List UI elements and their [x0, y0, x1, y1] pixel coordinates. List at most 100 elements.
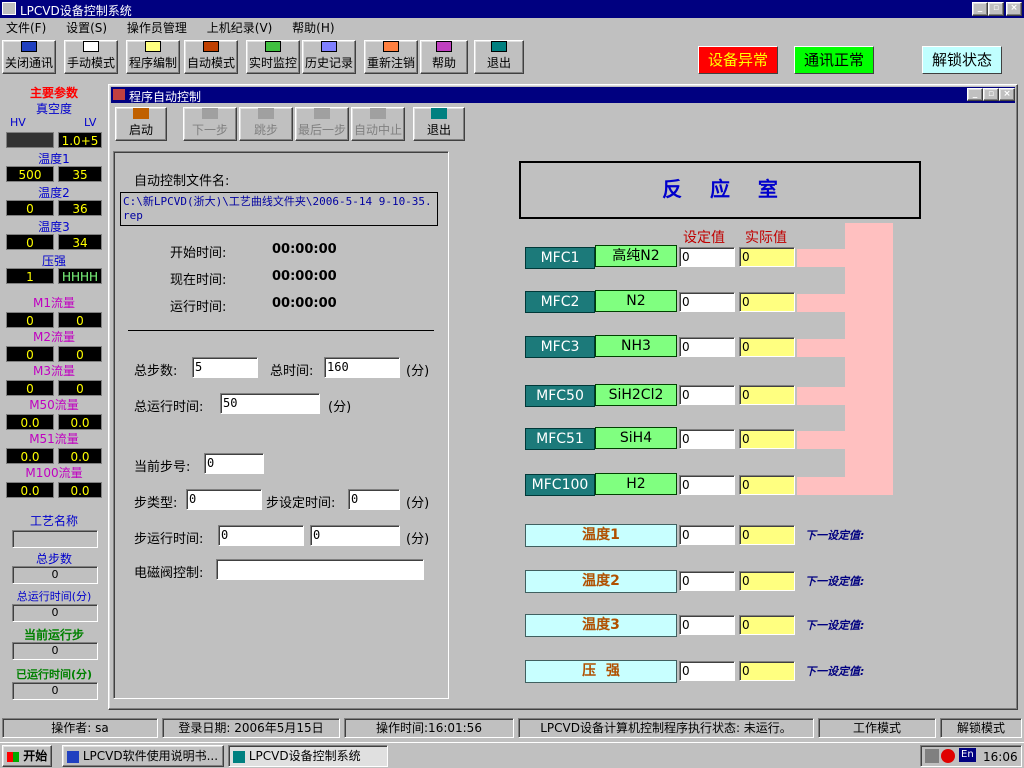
- process-name-value: [12, 530, 98, 548]
- toolbar-realtime-monitor[interactable]: 实时监控: [246, 40, 300, 74]
- clock[interactable]: 16:06: [983, 747, 1018, 767]
- toolbar-help[interactable]: 帮助: [420, 40, 468, 74]
- app-titlebar: LPCVD设备控制系统 _ ▫ ×: [0, 0, 1024, 18]
- lv-label: LV: [84, 116, 97, 129]
- help-book-icon: [436, 41, 452, 52]
- temp2-actual: 0: [739, 571, 795, 591]
- step-set-time-field[interactable]: 0: [348, 489, 400, 510]
- toolbar-manual-mode[interactable]: 手动模式: [64, 40, 118, 74]
- current-step-value: 0: [12, 642, 98, 660]
- menu-file[interactable]: 文件(F): [6, 21, 46, 35]
- unlock-status-button[interactable]: 解锁状态: [922, 46, 1002, 74]
- total-steps-label: 总步数: [35, 552, 72, 566]
- temp3-set[interactable]: 0: [679, 615, 735, 635]
- file-path: C:\新LPCVD(浙大)\工艺曲线文件夹\2006-5-14 9-10-35.…: [120, 192, 438, 226]
- abort-icon: [370, 108, 386, 119]
- temp1-set[interactable]: 0: [679, 525, 735, 545]
- main-params-panel: 主要参数 真空度 HV LV 1.0+5 温度1 500 35 温度2 0 36…: [4, 82, 104, 710]
- step-run-time-field-a[interactable]: 0: [218, 525, 304, 546]
- task-lpcvd-app[interactable]: LPCVD设备控制系统: [228, 745, 388, 767]
- mfc50-id: MFC50: [525, 385, 595, 407]
- step-set-unit: (分): [406, 496, 430, 511]
- toolbar-exit[interactable]: 退出: [474, 40, 524, 74]
- mfc100-pipe: [797, 477, 845, 495]
- mfc51-gas: SiH4: [595, 427, 677, 449]
- mfc50-set[interactable]: 0: [679, 385, 735, 405]
- start-time-label: 开始时间:: [170, 246, 227, 261]
- steps-field[interactable]: 5: [192, 357, 258, 378]
- toolbar-auto-mode[interactable]: 自动模式: [184, 40, 238, 74]
- toolbar-program-edit[interactable]: 程序编制: [126, 40, 180, 74]
- total-run-field[interactable]: 50: [220, 393, 320, 414]
- manual-icon: [83, 41, 99, 52]
- last-step-icon: [314, 108, 330, 119]
- actual-value-header: 实际值: [745, 230, 787, 246]
- total-steps-value: 0: [12, 566, 98, 584]
- temp3-box: 温度3: [525, 614, 677, 637]
- mfc100-set[interactable]: 0: [679, 475, 735, 495]
- m50-flow-a: 0.0: [6, 414, 54, 430]
- mfc3-gas: NH3: [595, 335, 677, 357]
- child-minimize-button[interactable]: _: [967, 88, 983, 101]
- close-button[interactable]: ×: [1006, 2, 1022, 16]
- step-type-field[interactable]: 0: [186, 489, 262, 510]
- relogin-icon: [383, 41, 399, 52]
- temp2-value-b: 36: [58, 200, 102, 216]
- toolbar-relogin[interactable]: 重新注销: [364, 40, 418, 74]
- total-time-field[interactable]: 160: [324, 357, 400, 378]
- m51-flow-label: M51流量: [29, 432, 79, 446]
- start-menu-button[interactable]: 开始: [2, 745, 52, 767]
- start-button[interactable]: 启动: [115, 107, 167, 141]
- total-time-unit: (分): [406, 364, 430, 379]
- taskbar: 开始 LPCVD软件使用说明书... LPCVD设备控制系统 En 16:06: [0, 742, 1024, 768]
- temp2-set[interactable]: 0: [679, 571, 735, 591]
- menu-settings[interactable]: 设置(S): [66, 21, 107, 35]
- child-maximize-button[interactable]: ▫: [983, 88, 999, 101]
- valve-control-field[interactable]: [216, 559, 424, 580]
- pressure-actual: 0: [739, 661, 795, 681]
- skip-step-button[interactable]: 跳步: [239, 107, 293, 141]
- mfc2-set[interactable]: 0: [679, 292, 735, 312]
- mfc51-set[interactable]: 0: [679, 429, 735, 449]
- network-icon[interactable]: [925, 749, 939, 763]
- m1-flow-label: M1流量: [33, 296, 75, 310]
- menu-help[interactable]: 帮助(H): [292, 21, 334, 35]
- child-close-button[interactable]: ×: [999, 88, 1015, 101]
- device-status-button[interactable]: 设备异常: [698, 46, 778, 74]
- m2-flow-b: 0: [58, 346, 102, 362]
- mfc1-id: MFC1: [525, 247, 595, 269]
- hv-label: HV: [10, 116, 26, 129]
- comm-status-button[interactable]: 通讯正常: [794, 46, 874, 74]
- current-step-field[interactable]: 0: [204, 453, 264, 474]
- temp2-next-label: 下一设定值:: [805, 575, 865, 588]
- last-step-button[interactable]: 最后一步: [295, 107, 349, 141]
- warning-icon[interactable]: [941, 749, 955, 763]
- menu-operator[interactable]: 操作员管理: [127, 21, 187, 35]
- menu-log[interactable]: 上机纪录(V): [207, 21, 273, 35]
- m1-flow-b: 0: [58, 312, 102, 328]
- toolbar-close-comm[interactable]: 关闭通讯: [2, 40, 56, 74]
- auto-control-window: 程序自动控制 _ ▫ × 启动 下一步 跳步 最后一步 自动中止 退出 自动控制…: [108, 84, 1018, 710]
- pressure-set[interactable]: 0: [679, 661, 735, 681]
- temp3-actual: 0: [739, 615, 795, 635]
- temp3-value-a: 0: [6, 234, 54, 250]
- mfc50-actual: 0: [739, 385, 795, 405]
- maximize-button[interactable]: ▫: [988, 2, 1004, 16]
- task-manual-doc[interactable]: LPCVD软件使用说明书...: [62, 745, 224, 767]
- status-operator: 操作者: sa: [2, 718, 158, 738]
- inner-exit-button[interactable]: 退出: [413, 107, 465, 141]
- mfc3-set[interactable]: 0: [679, 337, 735, 357]
- auto-abort-button[interactable]: 自动中止: [351, 107, 405, 141]
- step-set-time-label: 步设定时间:: [266, 496, 336, 511]
- m3-flow-a: 0: [6, 380, 54, 396]
- step-run-time-field-b[interactable]: 0: [310, 525, 400, 546]
- mfc100-id: MFC100: [525, 474, 595, 496]
- form-divider: [128, 330, 434, 331]
- toolbar-history[interactable]: 历史记录: [302, 40, 356, 74]
- next-step-button[interactable]: 下一步: [183, 107, 237, 141]
- minimize-button[interactable]: _: [972, 2, 988, 16]
- language-indicator[interactable]: En: [959, 748, 976, 762]
- mfc51-pipe: [797, 431, 845, 449]
- temp1-label: 温度1: [38, 152, 70, 166]
- mfc1-set[interactable]: 0: [679, 247, 735, 267]
